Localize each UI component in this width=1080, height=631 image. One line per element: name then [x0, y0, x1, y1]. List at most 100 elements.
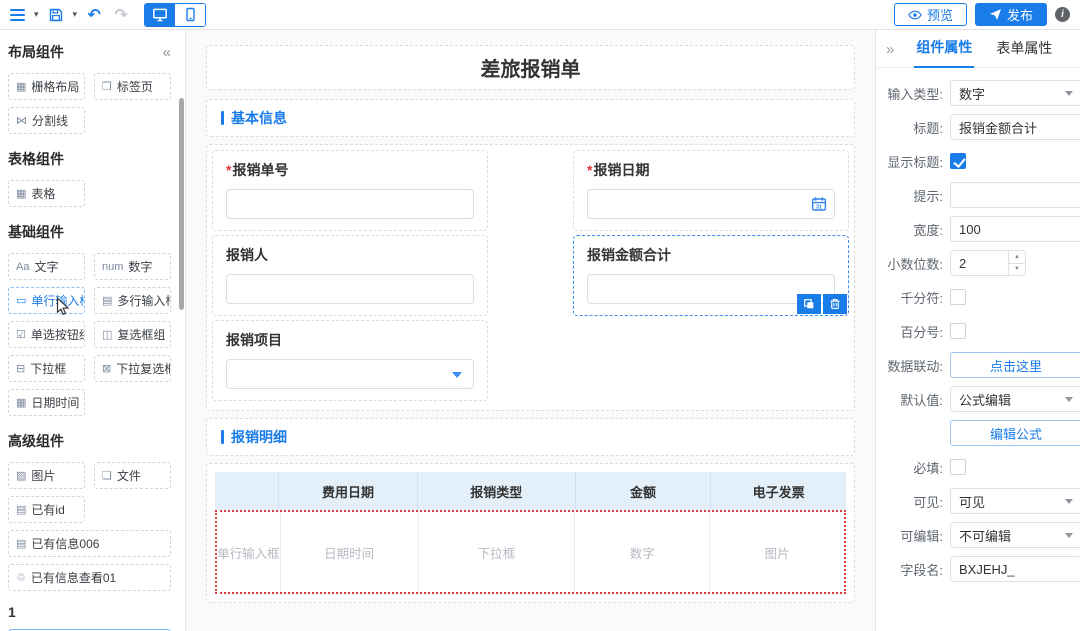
sidebar-item-radio-group[interactable]: ☑ 单选按钮组	[8, 321, 85, 348]
sidebar-item-image[interactable]: ▨ 图片	[8, 462, 85, 489]
table-icon: ▦	[16, 187, 26, 200]
grid-layout-icon: ▦	[16, 80, 26, 93]
sidebar-item-table[interactable]: ▦ 表格	[8, 180, 85, 207]
calendar-icon[interactable]: 31	[811, 196, 827, 217]
sidebar-item-existing-info-view-01[interactable]: ♲ 已有信息查看01	[8, 564, 171, 591]
copy-widget-button[interactable]	[797, 294, 821, 314]
percent-sign-checkbox[interactable]	[950, 323, 966, 339]
delete-widget-button[interactable]	[823, 294, 847, 314]
sidebar-item-text[interactable]: Aa 文字	[8, 253, 85, 280]
row-percent-sign: 百分号:	[880, 318, 1080, 344]
copy-icon	[803, 298, 815, 310]
sidebar-item-divider[interactable]: ⋈ 分割线	[8, 107, 85, 134]
field-reimburse-date[interactable]: *报销日期 31	[573, 150, 849, 231]
sidebar-item-file[interactable]: ❏ 文件	[94, 462, 171, 489]
cell-datetime[interactable]: 日期时间	[280, 512, 418, 592]
field-expense-project[interactable]: 报销项目	[212, 320, 488, 401]
reimburser-input[interactable]	[226, 274, 474, 304]
title-input[interactable]	[951, 115, 1080, 139]
desktop-view-button[interactable]	[145, 4, 175, 26]
detail-table-widget[interactable]: 费用日期 报销类型 金额 电子发票 单行输入框 日期时间 下拉框 数字 图片	[206, 463, 855, 603]
field-reimburser[interactable]: 报销人	[212, 235, 488, 316]
required-checkbox[interactable]	[950, 459, 966, 475]
show-title-checkbox[interactable]	[950, 153, 966, 169]
sidebar-item-existing-info-006[interactable]: ▤ 已有信息006	[8, 530, 171, 557]
tab-page-icon: ❐	[102, 80, 112, 93]
editable-select[interactable]: 不可编辑	[950, 522, 1080, 548]
collapse-sidebar-icon[interactable]: «	[163, 44, 171, 61]
detail-table-header: 费用日期 报销类型 金额 电子发票	[215, 472, 846, 510]
stepper-down-icon[interactable]: ▼	[1009, 264, 1025, 276]
info-icon[interactable]: i	[1055, 7, 1070, 22]
row-data-linkage: 数据联动: 点击这里	[880, 352, 1080, 378]
data-linkage-button[interactable]: 点击这里	[950, 352, 1080, 378]
visible-select[interactable]: 可见	[950, 488, 1080, 514]
width-input[interactable]	[951, 217, 1080, 241]
sidebar-item-existing-id[interactable]: ▤ 已有id	[8, 496, 85, 523]
thousand-separator-checkbox[interactable]	[950, 289, 966, 305]
form-canvas: 差旅报销单 基本信息 *报销单号 报销人 报销项目	[186, 30, 875, 631]
sidebar-item-datetime[interactable]: ▦ 日期时间	[8, 389, 85, 416]
row-width: 宽度:	[880, 216, 1080, 242]
input-type-select[interactable]: 数字	[950, 80, 1080, 106]
expense-project-select[interactable]	[226, 359, 474, 389]
section-header-basic-info[interactable]: 基本信息	[206, 99, 855, 137]
decimal-places-stepper[interactable]: 2 ▲ ▼	[950, 250, 1026, 276]
tab-form-properties[interactable]: 表单属性	[994, 38, 1054, 67]
cell-dropdown[interactable]: 下拉框	[418, 512, 575, 592]
cell-image[interactable]: 图片	[709, 512, 844, 592]
svg-text:31: 31	[816, 205, 822, 211]
header-cell-invoice: 电子发票	[710, 472, 846, 510]
cell-number[interactable]: 数字	[574, 512, 709, 592]
form-title-widget[interactable]: 差旅报销单	[206, 45, 855, 90]
sidebar-item-dropdown[interactable]: ⊟ 下拉框	[8, 355, 85, 382]
expand-panel-icon[interactable]: »	[886, 41, 894, 67]
eye-icon	[908, 9, 922, 21]
send-icon	[989, 8, 1002, 21]
dropdown-icon: ⊟	[16, 362, 25, 375]
widget-action-buttons	[797, 294, 847, 314]
save-caret-icon[interactable]: ▾	[73, 10, 78, 19]
detail-table-placeholder-row[interactable]: 单行输入框 日期时间 下拉框 数字 图片	[215, 510, 846, 594]
sidebar-item-number[interactable]: num 数字	[94, 253, 171, 280]
row-edit-formula: 编辑公式	[880, 420, 1080, 446]
tab-component-properties[interactable]: 组件属性	[914, 37, 974, 68]
hint-input[interactable]	[951, 183, 1080, 207]
save-icon[interactable]	[46, 5, 66, 25]
sidebar-item-multi-line-input[interactable]: ▤ 多行输入框	[94, 287, 171, 314]
basic-info-grid: *报销单号 报销人 报销项目	[206, 144, 855, 411]
cell-single-line-input[interactable]: 单行输入框	[217, 512, 280, 592]
reimburse-date-input[interactable]: 31	[587, 189, 835, 219]
preview-button[interactable]: 预览	[894, 3, 967, 26]
sidebar-item-single-line-input[interactable]: ▭ 单行输入框	[8, 287, 85, 314]
sidebar-item-grid-layout[interactable]: ▦ 栅格布局	[8, 73, 85, 100]
top-toolbar: ▾ ▾ ↶ ↷ 预览 发布	[0, 0, 1080, 30]
text-icon: Aa	[16, 261, 29, 273]
field-bill-number[interactable]: *报销单号	[212, 150, 488, 231]
component-sidebar: 布局组件 « ▦ 栅格布局 ❐ 标签页 ⋈ 分割线 表格组件	[0, 30, 186, 631]
field-total-amount-selected[interactable]: 报销金额合计	[573, 235, 849, 316]
undo-icon[interactable]: ↶	[84, 5, 104, 25]
main-menu-icon[interactable]	[8, 7, 27, 23]
section-header-detail[interactable]: 报销明细	[206, 418, 855, 456]
row-decimal-places: 小数位数: 2 ▲ ▼	[880, 250, 1080, 276]
default-value-select[interactable]: 公式编辑	[950, 386, 1080, 412]
single-line-input-icon: ▭	[16, 294, 26, 307]
multi-line-input-icon: ▤	[102, 294, 112, 307]
sidebar-item-checkbox-group[interactable]: ◫ 复选框组	[94, 321, 171, 348]
bill-number-input[interactable]	[226, 189, 474, 219]
edit-formula-button[interactable]: 编辑公式	[950, 420, 1080, 446]
mobile-view-button[interactable]	[175, 4, 205, 26]
menu-caret-icon[interactable]: ▾	[34, 10, 39, 19]
publish-button[interactable]: 发布	[975, 3, 1047, 26]
field-name-input[interactable]	[951, 557, 1080, 581]
sidebar-item-tab-page[interactable]: ❐ 标签页	[94, 73, 171, 100]
header-cell-reimburse-type: 报销类型	[417, 472, 575, 510]
stepper-up-icon[interactable]: ▲	[1009, 251, 1025, 264]
sidebar-item-multi-dropdown[interactable]: ⊠ 下拉复选框	[94, 355, 171, 382]
sidebar-scrollbar[interactable]	[179, 98, 184, 310]
required-star: *	[226, 162, 231, 178]
redo-icon[interactable]: ↷	[111, 5, 131, 25]
radio-group-icon: ☑	[16, 328, 26, 341]
trash-icon	[829, 298, 841, 310]
